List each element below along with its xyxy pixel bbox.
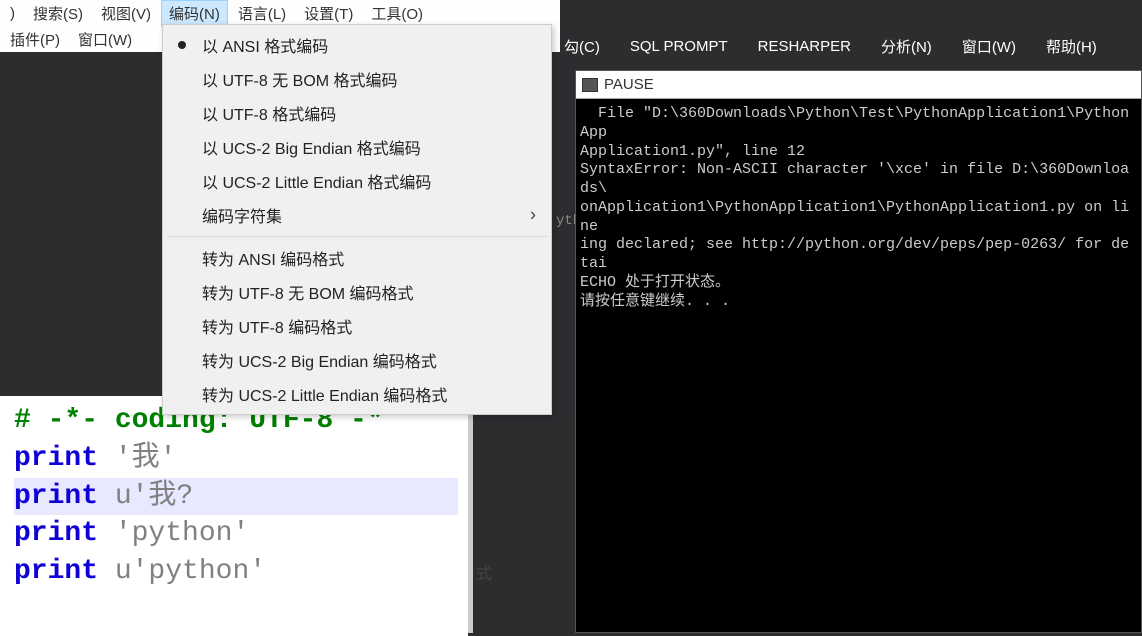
frag-shi: 式	[476, 560, 492, 584]
dd-charset-sub[interactable]: 编码字符集	[166, 198, 548, 232]
dd-ucs2-le[interactable]: 以 UCS-2 Little Endian 格式编码	[166, 164, 548, 198]
console-output[interactable]: File "D:\360Downloads\Python\Test\Python…	[576, 99, 1141, 632]
console-line-1: Application1.py", line 12	[580, 143, 805, 160]
dd-utf8-nobom[interactable]: 以 UTF-8 无 BOM 格式编码	[166, 62, 548, 96]
code-line-4: print 'python'	[14, 518, 249, 549]
dd-conv-utf8-nobom[interactable]: 转为 UTF-8 无 BOM 编码格式	[166, 275, 548, 309]
console-window: PAUSE File "D:\360Downloads\Python\Test\…	[575, 70, 1142, 633]
vs-menu-resharper[interactable]: RESHARPER	[758, 38, 851, 55]
vs-menu-goto[interactable]: 勾(C)	[564, 36, 600, 57]
dd-utf8[interactable]: 以 UTF-8 格式编码	[166, 96, 548, 130]
menu-window[interactable]: 窗口(W)	[70, 26, 140, 53]
console-line-6: 请按任意键继续. . .	[580, 293, 730, 310]
npp-menurow-1: ) 搜索(S) 视图(V) 编码(N) 语言(L) 设置(T) 工具(O)	[0, 0, 560, 26]
encoding-dropdown: 以 ANSI 格式编码 以 UTF-8 无 BOM 格式编码 以 UTF-8 格…	[162, 24, 552, 415]
vs-menubar: 勾(C) SQL PROMPT RESHARPER 分析(N) 窗口(W) 帮助…	[560, 30, 1142, 62]
menu-language[interactable]: 语言(L)	[230, 0, 294, 27]
console-line-3: onApplication1\PythonApplication1\Python…	[580, 199, 1129, 235]
menu-settings[interactable]: 设置(T)	[296, 0, 361, 27]
console-line-2: SyntaxError: Non-ASCII character '\xce' …	[580, 161, 1129, 197]
console-line-5: ECHO 处于打开状态。	[580, 274, 730, 291]
console-line-4: ing declared; see http://python.org/dev/…	[580, 236, 1129, 272]
menu-search[interactable]: 搜索(S)	[25, 0, 91, 27]
code-line-2: print '我'	[14, 443, 176, 474]
dd-conv-ucs2-le[interactable]: 转为 UCS-2 Little Endian 编码格式	[166, 377, 548, 411]
vs-menu-sqlprompt[interactable]: SQL PROMPT	[630, 38, 728, 55]
paren-fragment: )	[2, 2, 23, 25]
console-titlebar[interactable]: PAUSE	[576, 71, 1141, 99]
dd-conv-ucs2-be[interactable]: 转为 UCS-2 Big Endian 编码格式	[166, 343, 548, 377]
vs-menu-analyze[interactable]: 分析(N)	[881, 36, 932, 57]
console-title-text: PAUSE	[604, 76, 654, 93]
vs-menu-help[interactable]: 帮助(H)	[1046, 36, 1097, 57]
dd-ansi[interactable]: 以 ANSI 格式编码	[166, 28, 548, 62]
dd-conv-utf8[interactable]: 转为 UTF-8 编码格式	[166, 309, 548, 343]
cmd-icon	[582, 78, 598, 92]
menu-plugins[interactable]: 插件(P)	[2, 26, 68, 53]
console-line-0: File "D:\360Downloads\Python\Test\Python…	[580, 105, 1129, 141]
menu-tools[interactable]: 工具(O)	[363, 0, 431, 27]
dd-conv-ansi[interactable]: 转为 ANSI 编码格式	[166, 241, 548, 275]
menu-encoding[interactable]: 编码(N)	[161, 0, 228, 27]
dd-ucs2-be[interactable]: 以 UCS-2 Big Endian 格式编码	[166, 130, 548, 164]
vs-menu-window[interactable]: 窗口(W)	[962, 36, 1016, 57]
menu-view[interactable]: 视图(V)	[93, 0, 159, 27]
code-editor[interactable]: # -*- coding: UTF-8 -* print '我' print u…	[0, 396, 468, 636]
code-line-3: print u'我?	[14, 478, 458, 516]
code-line-5: print u'python'	[14, 556, 266, 587]
dd-separator	[167, 236, 547, 237]
